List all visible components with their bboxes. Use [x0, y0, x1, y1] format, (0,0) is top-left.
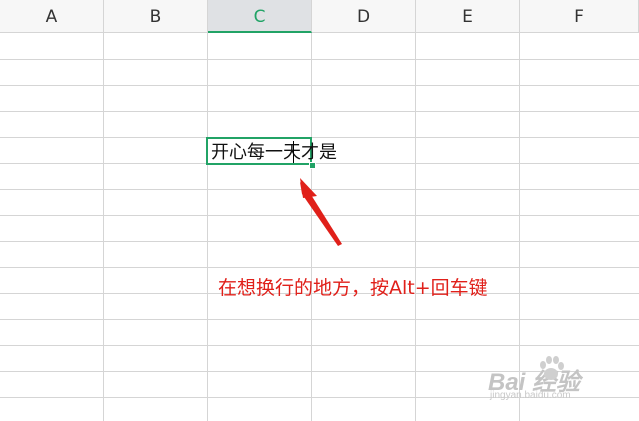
spreadsheet: A B C D E F 开心每一天才是 在想换行的地方，按Alt+回车键 Bai…: [0, 0, 639, 421]
paw-icon: [540, 356, 564, 380]
baidu-watermark: Bai 经验 jingyan.baidu.com: [488, 352, 618, 402]
annotation-instruction: 在想换行的地方，按Alt+回车键: [218, 277, 488, 299]
watermark-url: jingyan.baidu.com: [490, 390, 571, 401]
